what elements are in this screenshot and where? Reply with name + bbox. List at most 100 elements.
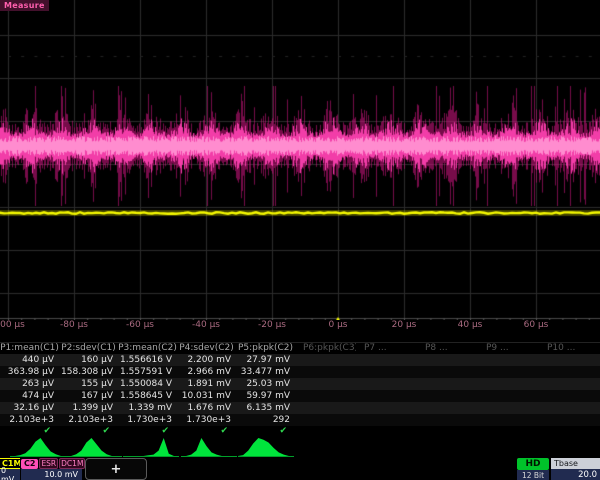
measure-cell-P5-row5: 292 (236, 414, 295, 426)
timebase-label: Tbase (551, 458, 600, 469)
time-axis-label: -40 µs (192, 320, 220, 330)
time-axis-label: -80 µs (60, 320, 88, 330)
measure-cell-P4-row3: 10.031 mV (177, 390, 236, 402)
hd-badge: HD (517, 458, 549, 470)
c1-volts-per-div: 0 mV (1, 466, 20, 480)
histicon-shape-P2 (66, 438, 122, 456)
measure-header-P10[interactable]: P10 ... (539, 343, 600, 354)
histicon-P1 (10, 436, 66, 458)
measure-cell-P7-row0 (356, 354, 417, 366)
measure-cell-P10-row3 (539, 390, 600, 402)
measure-cell-P4-row2: 1.891 mV (177, 378, 236, 390)
active-menu-label[interactable]: Measure (0, 0, 49, 11)
measure-cell-P3-row0: 1.556616 V (118, 354, 177, 366)
measure-cell-P3-row3: 1.558645 V (118, 390, 177, 402)
timebase-value: 20.0 (578, 470, 597, 480)
measure-cell-P7-row1 (356, 366, 417, 378)
measure-header-P2[interactable]: P2:sdev(C1) (59, 343, 118, 354)
histicon-P2 (66, 436, 122, 458)
measure-cell-P4-row1: 2.966 mV (177, 366, 236, 378)
time-axis-label: -100 µs (0, 320, 25, 330)
measure-cell-P5-row0: 27.97 mV (236, 354, 295, 366)
measure-cell-P6-row2 (295, 378, 356, 390)
histicon-row (0, 436, 600, 458)
measure-cell-P3-row1: 1.557591 V (118, 366, 177, 378)
measure-cell-P6-row3 (295, 390, 356, 402)
measure-cell-P6-row4 (295, 402, 356, 414)
measure-cell-P2-row1: 158.308 µV (59, 366, 118, 378)
measure-cell-P1-row4: 32.16 µV (0, 402, 59, 414)
channel-c1-descriptor[interactable]: C1M 0 mV (0, 458, 20, 480)
measure-cell-P2-row3: 167 µV (59, 390, 118, 402)
measure-cell-P7-row5 (356, 414, 417, 426)
histicon-P3 (123, 436, 179, 458)
measure-cell-P1-row0: 440 µV (0, 354, 59, 366)
c2-coupling-chip: DC1M (59, 458, 85, 469)
measure-cell-P9-row1 (478, 366, 539, 378)
time-axis-label: 40 µs (458, 320, 483, 330)
measure-cell-P1-row5: 2.103e+3 (0, 414, 59, 426)
measure-cell-P6-row1 (295, 366, 356, 378)
measure-cell-P7-row4 (356, 402, 417, 414)
waveform-grid-canvas (0, 0, 600, 320)
c2-volts-per-div: 10.0 mV (44, 470, 78, 479)
measure-cell-P1-row1: 363.98 µV (0, 366, 59, 378)
measure-cell-P9-row4 (478, 402, 539, 414)
measure-cell-P3-row5: 1.730e+3 (118, 414, 177, 426)
measure-header-P1[interactable]: P1:mean(C1) (0, 343, 59, 354)
measure-cell-P6-row0 (295, 354, 356, 366)
measure-cell-P6-row5 (295, 414, 356, 426)
measure-cell-P7-row2 (356, 378, 417, 390)
measure-header-P6[interactable]: P6:pkpk(C3) (295, 343, 356, 354)
measure-cell-P2-row0: 160 µV (59, 354, 118, 366)
measure-cell-P8-row1 (417, 366, 478, 378)
measure-cell-P4-row4: 1.676 mV (177, 402, 236, 414)
measure-cell-P5-row3: 59.97 mV (236, 390, 295, 402)
measure-cell-P7-row3 (356, 390, 417, 402)
c2-channel-badge: C2 (21, 459, 38, 469)
time-axis-label: 0 µs (328, 320, 347, 330)
measure-cell-P1-row3: 474 µV (0, 390, 59, 402)
time-axis-label: 60 µs (524, 320, 549, 330)
measure-cell-P8-row5 (417, 414, 478, 426)
measure-cell-P5-row4: 6.135 mV (236, 402, 295, 414)
measure-cell-P9-row2 (478, 378, 539, 390)
measure-cell-P5-row2: 25.03 mV (236, 378, 295, 390)
measure-cell-P10-row4 (539, 402, 600, 414)
measure-header-P4[interactable]: P4:sdev(C2) (177, 343, 236, 354)
measure-header-P8[interactable]: P8 ... (417, 343, 478, 354)
measure-cell-P5-row1: 33.477 mV (236, 366, 295, 378)
time-axis: -100 µs-80 µs-60 µs-40 µs-20 µs0 µs20 µs… (0, 320, 600, 334)
plus-icon: + (111, 462, 122, 477)
measure-cell-P9-row5 (478, 414, 539, 426)
descriptor-bar: C1M 0 mV C2 ESR DC1M 10.0 mV + HD 12 Bit (0, 458, 600, 480)
hd-bit-depth: 12 Bit (522, 471, 544, 480)
measure-cell-P10-row5 (539, 414, 600, 426)
measure-header-P9[interactable]: P9 ... (478, 343, 539, 354)
measure-cell-P4-row0: 2.200 mV (177, 354, 236, 366)
measure-cell-P4-row5: 1.730e+3 (177, 414, 236, 426)
oscilloscope-screen: Measure -100 µs-80 µs-60 µs-40 µs-20 µs0… (0, 0, 600, 480)
add-trace-button[interactable]: + (85, 458, 147, 480)
measure-cell-P3-row4: 1.339 mV (118, 402, 177, 414)
histicon-shape-P5 (238, 438, 294, 456)
measure-header-P3[interactable]: P3:mean(C2) (118, 343, 177, 354)
measure-cell-P10-row1 (539, 366, 600, 378)
measure-cell-P2-row5: 2.103e+3 (59, 414, 118, 426)
measure-cell-P9-row3 (478, 390, 539, 402)
measurement-table: P1:mean(C1)P2:sdev(C1)P3:mean(C2)P4:sdev… (0, 342, 600, 437)
time-axis-label: -20 µs (258, 320, 286, 330)
measure-cell-P2-row2: 155 µV (59, 378, 118, 390)
measure-cell-P2-row4: 1.399 µV (59, 402, 118, 414)
histicon-shape-P1 (10, 438, 66, 456)
timebase-descriptor[interactable]: Tbase 20.0 (551, 458, 600, 480)
measure-header-P5[interactable]: P5:pkpk(C2) (236, 343, 295, 354)
measure-cell-P8-row3 (417, 390, 478, 402)
histicon-P4 (181, 436, 237, 458)
channel-c2-descriptor[interactable]: C2 ESR DC1M 10.0 mV (21, 458, 82, 480)
measure-header-P7[interactable]: P7 ... (356, 343, 417, 354)
histicon-P5 (238, 436, 294, 458)
hd-mode-indicator[interactable]: HD 12 Bit (517, 458, 549, 480)
measure-cell-P3-row2: 1.550084 V (118, 378, 177, 390)
measure-cell-P8-row2 (417, 378, 478, 390)
